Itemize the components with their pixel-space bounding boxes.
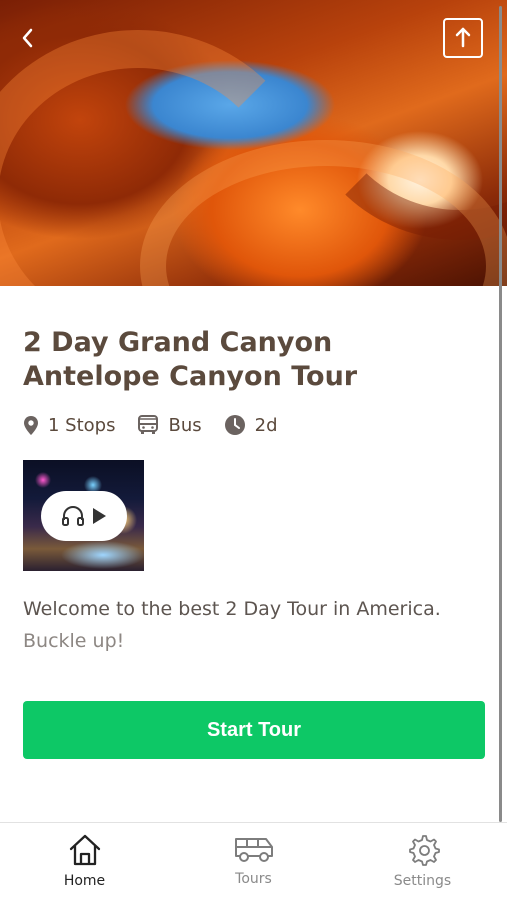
back-button[interactable] xyxy=(10,20,46,56)
description-line: Buckle up! xyxy=(23,630,125,652)
share-button[interactable] xyxy=(443,18,483,58)
description-line: Welcome to the best 2 Day Tour in Americ… xyxy=(23,598,441,620)
tour-title: 2 Day Grand Canyon Antelope Canyon Tour xyxy=(23,327,358,392)
play-icon xyxy=(93,508,106,524)
tour-header: 2 Day Grand Canyon Antelope Canyon Tour … xyxy=(23,326,463,436)
headphones-icon xyxy=(62,506,84,526)
tab-home[interactable]: Home xyxy=(0,823,169,901)
home-icon xyxy=(69,834,100,866)
van-icon xyxy=(234,838,273,862)
tab-home-label: Home xyxy=(63,873,106,889)
scrollbar[interactable] xyxy=(499,6,502,822)
audio-preview[interactable] xyxy=(23,460,144,571)
share-upload-icon xyxy=(455,27,471,48)
gear-icon xyxy=(408,835,440,866)
tab-settings[interactable]: Settings xyxy=(338,823,507,901)
tour-description: Welcome to the best 2 Day Tour in Americ… xyxy=(23,593,473,657)
tab-tours[interactable]: Tours xyxy=(169,823,338,901)
chevron-left-icon xyxy=(22,28,33,48)
meta-duration: 2d xyxy=(224,414,278,436)
meta-transport-label: Bus xyxy=(168,414,202,436)
hero-image xyxy=(0,0,507,286)
meta-duration-label: 2d xyxy=(254,414,278,436)
audio-play-button[interactable] xyxy=(41,491,127,541)
tab-tours-label: Tours xyxy=(235,871,272,887)
clock-icon xyxy=(224,415,245,435)
meta-stops: 1 Stops xyxy=(23,415,115,436)
meta-stops-label: 1 Stops xyxy=(48,414,116,436)
bus-icon xyxy=(138,415,159,434)
start-tour-button[interactable]: Start Tour xyxy=(23,701,485,759)
bottom-tab-bar: Home Tours Settings xyxy=(0,822,507,901)
tab-settings-label: Settings xyxy=(393,873,452,889)
meta-transport: Bus xyxy=(137,414,202,436)
map-pin-icon xyxy=(24,415,38,435)
tour-meta: 1 Stops Bus 2d xyxy=(23,414,463,436)
